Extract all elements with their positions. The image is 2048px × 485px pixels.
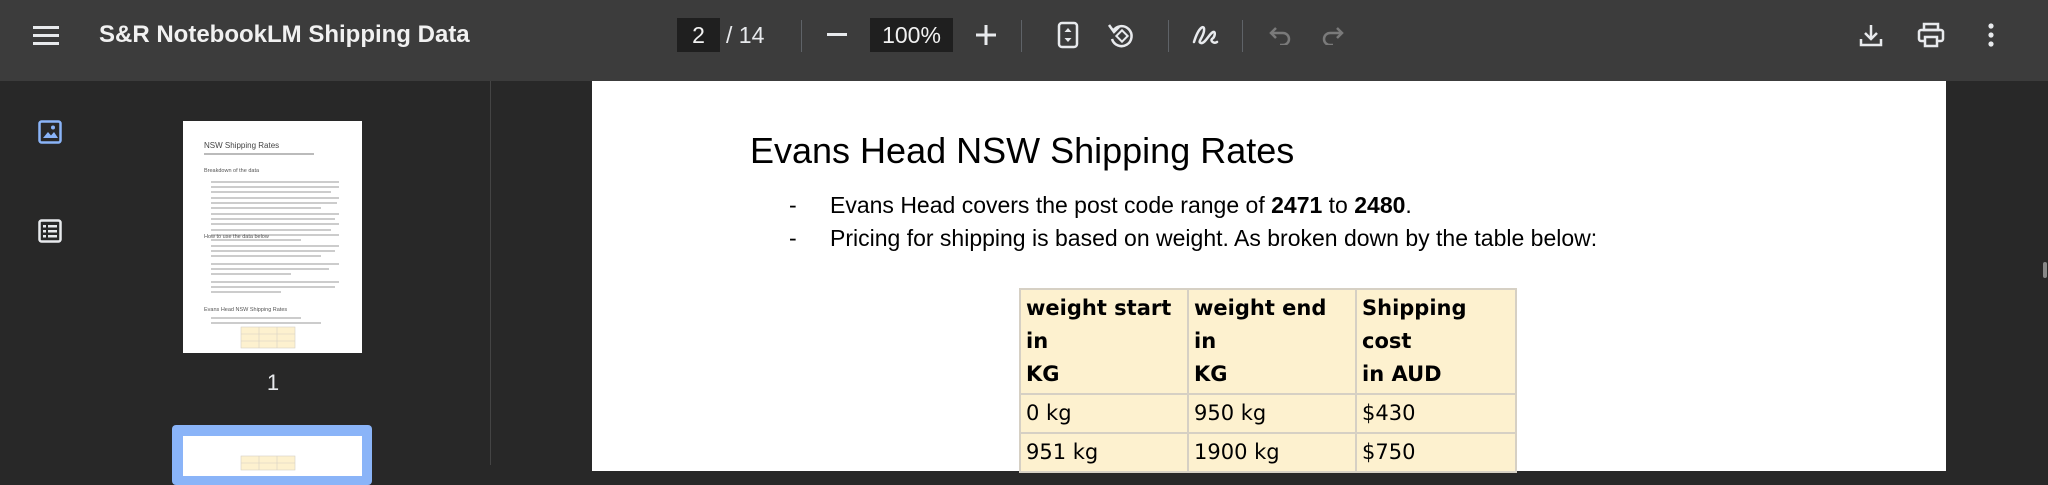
bullet-text: . [1405,192,1412,218]
page-thumbnail-1[interactable]: NSW Shipping Rates Breakdown of the data… [183,121,362,353]
table-cell: 950 kg [1187,393,1357,434]
table-header-cell: weight start in KG [1019,288,1189,395]
thumbnail-preview: NSW Shipping Rates Breakdown of the data… [204,141,339,349]
table-header-cell: Shipping cost in AUD [1355,288,1517,395]
menu-icon[interactable] [26,15,66,55]
zoom-out-icon[interactable] [817,15,857,55]
fit-to-page-icon[interactable] [1048,15,1088,55]
bullet-pricing-note: Pricing for shipping is based on weight.… [830,225,1598,251]
outline-view-icon[interactable] [30,211,70,251]
table-cell: 951 kg [1019,432,1189,473]
bullet-text: to [1322,192,1355,218]
zoom-in-icon[interactable] [966,15,1006,55]
table-row: 951 kg 1900 kg $750 [1019,432,1517,473]
pdf-toolbar: S&R NotebookLM Shipping Data 2 / 14 100% [0,0,2048,81]
page-thumbnail-2[interactable] [183,436,362,476]
rotate-icon[interactable] [1101,15,1141,55]
page-total: / 14 [726,22,765,48]
more-options-icon[interactable] [1971,15,2011,55]
page-heading: Evans Head NSW Shipping Rates [750,130,1295,171]
bullet-marker: - [789,225,797,251]
postcode-from: 2471 [1271,192,1323,218]
bullet-marker: - [789,192,797,218]
toolbar-divider [1168,20,1169,52]
download-icon[interactable] [1851,15,1891,55]
document-title: S&R NotebookLM Shipping Data [99,21,470,48]
bullet-text: Evans Head covers the post code range of [830,192,1272,218]
redo-icon[interactable] [1313,15,1353,55]
postcode-to: 2480 [1354,192,1406,218]
toolbar-divider [1021,20,1022,52]
print-icon[interactable] [1911,15,1951,55]
thumbnails-view-icon[interactable] [30,112,70,152]
thumb-section-2: How to use the data below [204,234,269,240]
shipping-rates-table: weight start in KG weight end in KG Shippi… [1019,288,1517,473]
undo-icon[interactable] [1260,15,1300,55]
annotate-pen-icon[interactable] [1185,15,1225,55]
thumbnail-preview [240,455,296,471]
scrollbar-handle[interactable] [2042,262,2048,278]
thumb-section-1: Breakdown of the data [204,168,260,174]
table-cell: $430 [1355,393,1517,434]
page-number-input[interactable]: 2 [677,18,720,52]
toolbar-divider [1242,20,1243,52]
table-cell: 0 kg [1019,393,1189,434]
table-row: 0 kg 950 kg $430 [1019,393,1517,434]
thumbnail-page-number: 1 [266,370,280,395]
table-cell: 1900 kg [1187,432,1357,473]
bullet-postcode-range: Evans Head covers the post code range of… [830,192,1412,219]
table-header-row: weight start in KG weight end in KG Shippi… [1019,288,1517,395]
zoom-level-input[interactable]: 100% [870,18,953,52]
toolbar-divider [801,20,802,52]
table-header-cell: weight end in KG [1187,288,1357,395]
thumb-section-3: Evans Head NSW Shipping Rates [204,307,287,313]
thumb-title: NSW Shipping Rates [204,141,279,150]
table-cell: $750 [1355,432,1517,473]
